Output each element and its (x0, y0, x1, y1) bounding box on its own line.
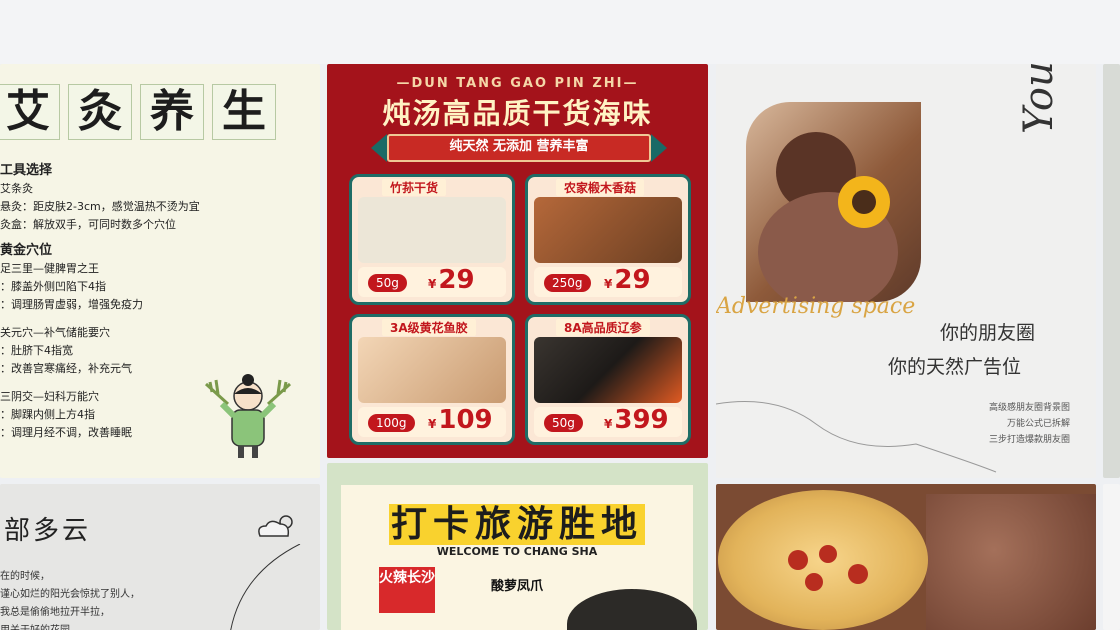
script-text: Advertising space (716, 294, 916, 319)
text-line: 足三里—健脾胃之王 (0, 262, 99, 275)
decorative-line (230, 544, 301, 630)
section-heading: 工具选择 (0, 163, 53, 178)
product-label: 3A级黄花鱼胶 (382, 319, 476, 336)
weight-badge: 250g (544, 274, 591, 292)
cloud-sun-icon (258, 515, 293, 537)
product-tile: 8A高品质辽参 50g ¥399 (525, 314, 691, 445)
title-char: 灸 (68, 84, 132, 140)
product-image (534, 197, 682, 263)
weight-badge: 50g (368, 274, 407, 292)
product-tile: 3A级黄花鱼胶 100g ¥109 (349, 314, 515, 445)
card-text-block: 在的时候， 谨心如烂的阳光会惊扰了别人， 我总是偷偷地拉开半拉， 用关于好的花园 (0, 571, 140, 630)
text-line: 悬灸：距皮肤2-3cm，感觉温热不烫为宜 (0, 200, 200, 213)
title-char: 艾 (0, 84, 60, 140)
portrait-photo (746, 102, 921, 302)
template-grid: 艾 灸 养 生 工具选择 艾条灸 悬灸：距皮肤2-3cm，感觉温热不烫为宜 灸盒… (0, 64, 1120, 630)
background-photo (926, 494, 1096, 630)
card-title: 打卡旅游胜地 (388, 504, 645, 545)
template-card-partial[interactable] (1103, 64, 1120, 478)
product-image (358, 197, 506, 263)
product-image (358, 337, 506, 403)
template-card-dried-goods[interactable]: —DUN TANG GAO PIN ZHI— 炖汤高品质干货海味 纯天然 无添加… (327, 64, 708, 458)
card-content: 打卡旅游胜地 WELCOME TO CHANG SHA 火辣长沙 酸萝凤爪 (341, 485, 697, 630)
food-tag: 酸萝凤爪 (491, 579, 544, 594)
card-title: 炖汤高品质干货海味 (382, 97, 653, 130)
food-bowl-image (567, 589, 697, 630)
product-label: 8A高品质辽参 (556, 319, 650, 336)
title-char: 生 (212, 84, 276, 140)
product-image (534, 337, 682, 403)
card-title: 部多云 (4, 516, 92, 546)
text-line: 艾条灸 (0, 182, 33, 195)
title-char: 养 (140, 84, 204, 140)
text-line: ：膝盖外侧凹陷下4指 (0, 280, 106, 293)
template-card-cloudy[interactable]: 部多云 在的时候， 谨心如烂的阳光会惊扰了别人， 我总是偷偷地拉开半拉， 用关于… (0, 484, 320, 630)
headline-line: 你的天然广告位 (888, 356, 1022, 378)
decorative-line (716, 401, 997, 473)
cartoon-kid-illustration (204, 374, 292, 458)
template-card-travel[interactable]: 打卡旅游胜地 WELCOME TO CHANG SHA 火辣长沙 酸萝凤爪 (327, 463, 708, 630)
template-card-partial[interactable] (1103, 484, 1120, 630)
red-stamp-badge: 火辣长沙 (379, 567, 435, 613)
ribbon-banner: 纯天然 无添加 营养丰富 (371, 134, 667, 162)
product-label: 农家椴木香菇 (556, 179, 645, 196)
sunflower-icon (758, 132, 898, 302)
text-line: 关元穴—补气储能要穴 (0, 326, 110, 339)
top-bar (0, 0, 1120, 64)
template-card-bird-nest[interactable] (716, 484, 1096, 630)
price: ¥29 (604, 265, 651, 295)
card-subtitle: —DUN TANG GAO PIN ZHI— (396, 76, 639, 91)
card-subtitle: WELCOME TO CHANG SHA (436, 545, 598, 558)
text-line: 灸盒：解放双手，可同时数多个穴位 (0, 218, 176, 231)
weight-badge: 100g (368, 414, 415, 432)
weight-badge: 50g (544, 414, 583, 432)
dessert-bowl-image (718, 490, 928, 630)
headline-line: 你的朋友圈 (940, 322, 1036, 344)
price: ¥29 (428, 265, 475, 295)
price: ¥399 (604, 405, 669, 435)
script-text: Yours (1016, 64, 1062, 134)
goji-berry-icon (788, 545, 868, 591)
product-label: 竹荪干货 (382, 179, 447, 196)
section-heading: 黄金穴位 (0, 243, 53, 258)
text-line: ：肚脐下4指宽 (0, 344, 73, 357)
product-tile: 农家椴木香菇 250g ¥29 (525, 174, 691, 305)
template-card-moxibustion[interactable]: 艾 灸 养 生 工具选择 艾条灸 悬灸：距皮肤2-3cm，感觉温热不烫为宜 灸盒… (0, 64, 320, 478)
text-line: ：调理肠胃虚弱，增强免疫力 (0, 298, 143, 311)
card-title: 艾 灸 养 生 (0, 84, 276, 140)
template-card-advertising[interactable]: Yours Advertising space 你的朋友圈 你的天然广告位 高级… (716, 64, 1096, 478)
price: ¥109 (428, 405, 493, 435)
product-tile: 竹荪干货 50g ¥29 (349, 174, 515, 305)
